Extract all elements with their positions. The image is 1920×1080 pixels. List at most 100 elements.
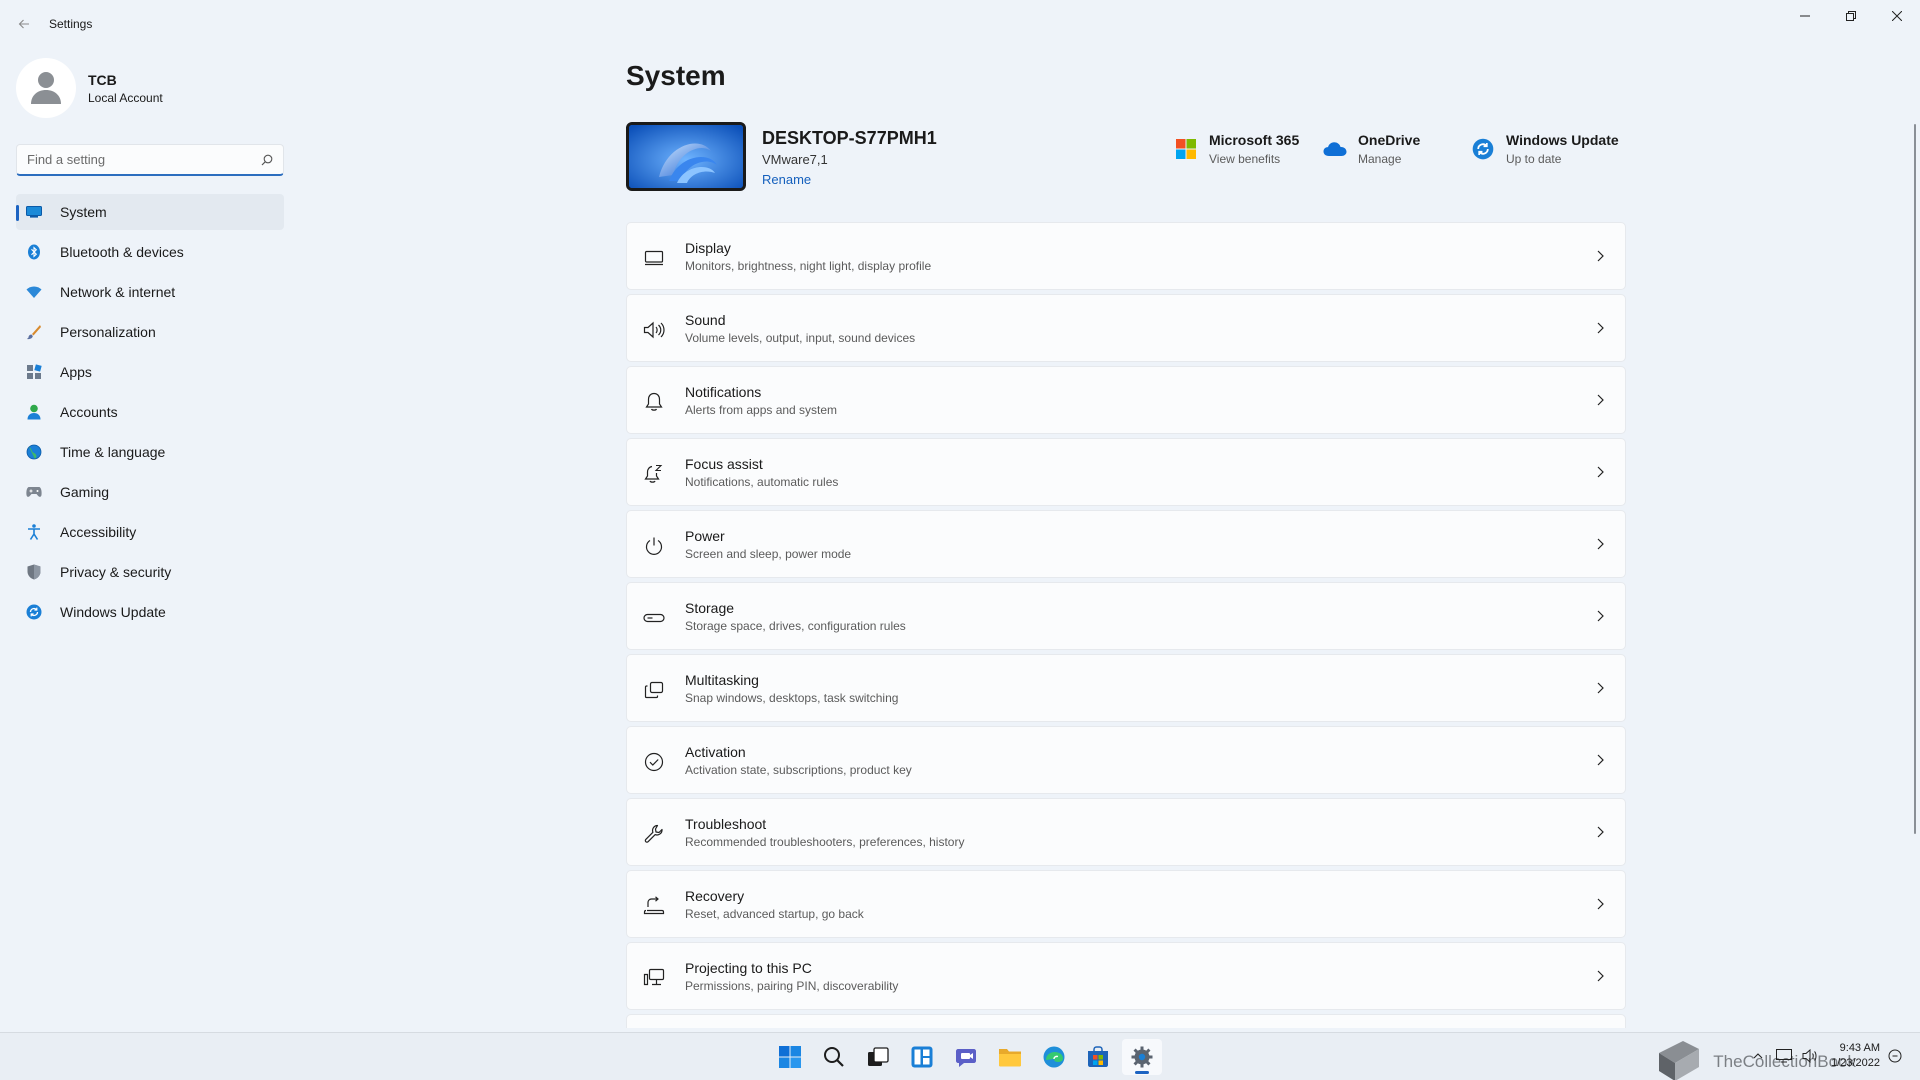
app-title: Settings <box>49 17 93 31</box>
network-tray-button[interactable] <box>1773 1045 1795 1067</box>
focus-assist-icon <box>643 463 665 485</box>
back-button[interactable] <box>12 12 36 36</box>
title-bar: Settings <box>0 0 1920 48</box>
sidebar-item-privacy-security[interactable]: Privacy & security <box>16 554 284 590</box>
chevron-right-icon <box>1593 465 1607 479</box>
settings-card-multitasking[interactable]: Multitasking Snap windows, desktops, tas… <box>626 654 1626 722</box>
minimize-icon <box>1800 15 1810 17</box>
card-title: Display <box>685 240 731 256</box>
sidebar: TCB Local Account System Bluetooth & dev… <box>0 48 300 1028</box>
settings-card-partial[interactable] <box>626 1014 1626 1028</box>
start-button[interactable] <box>770 1039 810 1075</box>
sidebar-item-system[interactable]: System <box>16 194 284 230</box>
chevron-up-icon <box>1753 1053 1763 1059</box>
sidebar-item-label: Accounts <box>60 404 118 420</box>
close-button[interactable] <box>1874 0 1920 32</box>
settings-card-power[interactable]: Power Screen and sleep, power mode <box>626 510 1626 578</box>
book-icon <box>1659 1041 1700 1080</box>
notification-icon <box>1888 1049 1902 1063</box>
sidebar-item-time-language[interactable]: Time & language <box>16 434 284 470</box>
widgets-button[interactable] <box>902 1039 942 1075</box>
edge-button[interactable] <box>1034 1039 1074 1075</box>
sidebar-item-accessibility[interactable]: Accessibility <box>16 514 284 550</box>
card-subtitle: Reset, advanced startup, go back <box>685 907 864 921</box>
user-avatar-icon <box>31 72 61 104</box>
card-title: Notifications <box>685 384 762 400</box>
quick-link-subtitle: Up to date <box>1506 152 1562 166</box>
search-icon[interactable] <box>261 154 273 166</box>
quick-link-title: Windows Update <box>1506 132 1619 148</box>
start-icon <box>779 1046 801 1068</box>
back-arrow-icon <box>18 19 29 29</box>
volume-tray-button[interactable] <box>1799 1045 1821 1067</box>
apps-icon <box>26 364 42 380</box>
settings-card-sound[interactable]: Sound Volume levels, output, input, soun… <box>626 294 1626 362</box>
card-title: Recovery <box>685 888 745 904</box>
task-view-button[interactable] <box>858 1039 898 1075</box>
clock-date: 1/23/2022 <box>1831 1057 1880 1069</box>
quick-link-microsoft-365[interactable]: Microsoft 365 View benefits <box>1173 132 1299 166</box>
card-subtitle: Monitors, brightness, night light, displ… <box>685 259 932 273</box>
sidebar-item-apps[interactable]: Apps <box>16 354 284 390</box>
quick-link-title: Microsoft 365 <box>1209 132 1300 148</box>
quick-link-windows-update[interactable]: Windows Update Up to date <box>1470 132 1619 166</box>
settings-card-recovery[interactable]: Recovery Reset, advanced startup, go bac… <box>626 870 1626 938</box>
card-subtitle: Recommended troubleshooters, preferences… <box>685 835 965 849</box>
sidebar-item-accounts[interactable]: Accounts <box>16 394 284 430</box>
settings-list: Display Monitors, brightness, night ligh… <box>626 222 1626 1032</box>
show-hidden-icons-button[interactable] <box>1747 1045 1769 1067</box>
chevron-right-icon <box>1593 609 1607 623</box>
file-explorer-button[interactable] <box>990 1039 1030 1075</box>
sidebar-item-network[interactable]: Network & internet <box>16 274 284 310</box>
user-profile[interactable]: TCB Local Account <box>16 58 163 118</box>
card-title: Sound <box>685 312 726 328</box>
bell-icon <box>643 391 665 413</box>
settings-card-focus-assist[interactable]: Focus assist Notifications, automatic ru… <box>626 438 1626 506</box>
sidebar-item-gaming[interactable]: Gaming <box>16 474 284 510</box>
clock[interactable]: 9:43 AM 1/23/2022 <box>1831 1041 1880 1071</box>
search-box[interactable] <box>16 144 284 176</box>
accounts-icon <box>26 404 42 420</box>
device-model: VMware7,1 <box>762 152 828 167</box>
settings-card-display[interactable]: Display Monitors, brightness, night ligh… <box>626 222 1626 290</box>
sidebar-item-personalization[interactable]: Personalization <box>16 314 284 350</box>
settings-card-projecting[interactable]: Projecting to this PC Permissions, pairi… <box>626 942 1626 1010</box>
quick-link-onedrive[interactable]: OneDrive Manage <box>1322 132 1420 166</box>
settings-app-button[interactable] <box>1122 1039 1162 1075</box>
card-title: Activation <box>685 744 746 760</box>
network-icon <box>26 284 42 300</box>
system-tray: 9:43 AM 1/23/2022 <box>1743 1041 1906 1071</box>
quick-link-title: OneDrive <box>1358 132 1421 148</box>
card-title: Troubleshoot <box>685 816 767 832</box>
sidebar-item-label: Personalization <box>60 324 156 340</box>
rename-link[interactable]: Rename <box>762 172 811 187</box>
avatar <box>16 58 76 118</box>
settings-card-notifications[interactable]: Notifications Alerts from apps and syste… <box>626 366 1626 434</box>
brush-icon <box>26 324 42 340</box>
projecting-icon <box>643 967 665 989</box>
card-title: Projecting to this PC <box>685 960 812 976</box>
chat-button[interactable] <box>946 1039 986 1075</box>
window-controls <box>1782 0 1920 32</box>
minimize-button[interactable] <box>1782 0 1828 32</box>
vertical-scrollbar[interactable] <box>1914 124 1916 834</box>
volume-icon <box>1802 1049 1817 1063</box>
close-icon <box>1892 11 1902 21</box>
store-button[interactable] <box>1078 1039 1118 1075</box>
settings-card-storage[interactable]: Storage Storage space, drives, configura… <box>626 582 1626 650</box>
notification-button[interactable] <box>1884 1045 1906 1067</box>
restore-button[interactable] <box>1828 0 1874 32</box>
sidebar-item-bluetooth[interactable]: Bluetooth & devices <box>16 234 284 270</box>
sidebar-nav: System Bluetooth & devices Network & int… <box>16 194 284 634</box>
windows-update-icon <box>26 604 42 620</box>
taskbar-search-button[interactable] <box>814 1039 854 1075</box>
settings-card-activation[interactable]: Activation Activation state, subscriptio… <box>626 726 1626 794</box>
settings-card-troubleshoot[interactable]: Troubleshoot Recommended troubleshooters… <box>626 798 1626 866</box>
file-explorer-icon <box>999 1049 1021 1067</box>
search-input[interactable] <box>27 152 261 167</box>
card-subtitle: Snap windows, desktops, task switching <box>685 691 899 705</box>
profile-account-type: Local Account <box>88 90 163 105</box>
card-title: Storage <box>685 600 735 616</box>
sidebar-item-windows-update[interactable]: Windows Update <box>16 594 284 630</box>
check-circle-icon <box>643 751 665 773</box>
